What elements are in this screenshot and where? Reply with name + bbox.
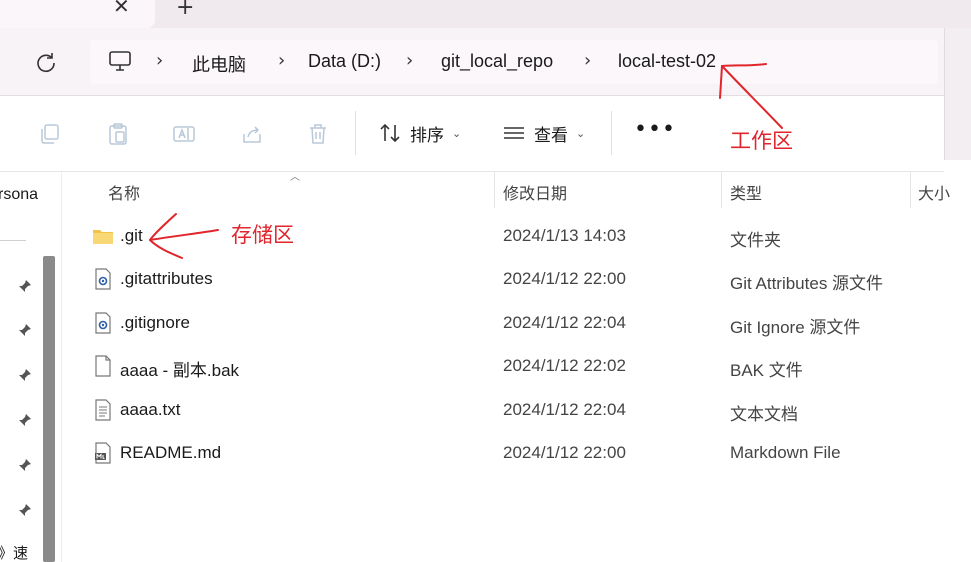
blank-file-icon	[95, 355, 111, 377]
file-modified: 2024/1/12 22:04	[503, 313, 626, 332]
share-icon[interactable]	[240, 122, 264, 146]
computer-icon[interactable]	[108, 50, 132, 72]
file-row[interactable]: README.md 2024/1/12 22:00 Markdown File	[62, 432, 944, 475]
markdown-file-icon	[95, 442, 111, 464]
sort-icon	[380, 123, 400, 143]
file-type: Git Ignore 源文件	[730, 318, 861, 337]
nav-scrollbar[interactable]	[43, 256, 55, 562]
column-header-type[interactable]: 类型	[730, 180, 762, 204]
pin-icon[interactable]	[17, 278, 33, 294]
copy-icon[interactable]	[38, 122, 62, 146]
file-row[interactable]: aaaa.txt 2024/1/12 22:04 文本文档	[62, 389, 944, 432]
file-name: aaaa.txt	[120, 400, 181, 419]
file-type: 文件夹	[730, 231, 781, 250]
navigation-pane: rsona 》速	[0, 172, 62, 562]
toolbar-divider	[355, 111, 356, 155]
file-row[interactable]: .gitattributes 2024/1/12 22:00 Git Attri…	[62, 258, 944, 301]
file-type: 文本文档	[730, 405, 798, 424]
annotation-repository: 存储区	[231, 223, 294, 247]
toolbar-divider	[611, 111, 612, 155]
file-name: .gitignore	[120, 313, 190, 332]
file-name: README.md	[120, 443, 222, 462]
breadcrumb-separator[interactable]: ›	[584, 50, 591, 71]
folder-icon	[93, 230, 113, 244]
breadcrumb-drive[interactable]: Data (D:)	[308, 51, 381, 72]
sort-ascending-icon: ︿	[290, 172, 300, 183]
close-tab-icon[interactable]: ✕	[113, 0, 130, 18]
breadcrumb-this-pc[interactable]: 此电脑	[192, 51, 246, 77]
file-modified: 2024/1/12 22:00	[503, 443, 626, 462]
breadcrumb-current[interactable]: local-test-02	[618, 51, 716, 72]
sort-button[interactable]: 排序 ⌄	[378, 119, 461, 147]
rename-icon[interactable]	[172, 122, 196, 146]
pin-icon[interactable]	[17, 367, 33, 383]
file-type: Markdown File	[730, 443, 841, 462]
column-header-size[interactable]: 大小	[918, 180, 950, 204]
file-modified: 2024/1/12 22:02	[503, 356, 626, 375]
search-panel-edge	[944, 28, 971, 160]
column-divider[interactable]	[721, 172, 722, 208]
nav-item-clipped[interactable]: rsona	[0, 186, 38, 204]
paste-icon[interactable]	[106, 122, 130, 146]
command-bar: 排序 ⌄ 查看 ⌄ •••	[0, 97, 944, 172]
pin-icon[interactable]	[17, 322, 33, 338]
new-tab-button[interactable]: +	[176, 0, 194, 20]
delete-icon[interactable]	[306, 122, 330, 146]
view-list-icon	[504, 127, 524, 139]
chevron-down-icon: ⌄	[452, 126, 462, 140]
address-bar[interactable]: › 此电脑 › Data (D:) › git_local_repo › loc…	[90, 40, 938, 84]
file-modified: 2024/1/12 22:04	[503, 400, 626, 419]
column-header-name[interactable]: 名称	[108, 180, 140, 204]
pin-icon[interactable]	[17, 412, 33, 428]
file-modified: 2024/1/13 14:03	[503, 226, 626, 245]
file-type: Git Attributes 源文件	[730, 274, 884, 293]
breadcrumb-repo[interactable]: git_local_repo	[441, 51, 553, 72]
breadcrumb-separator[interactable]: ›	[406, 50, 413, 71]
breadcrumb-separator[interactable]: ›	[278, 50, 285, 71]
active-tab[interactable]: ✕	[0, 0, 155, 28]
file-row[interactable]: .gitignore 2024/1/12 22:04 Git Ignore 源文…	[62, 302, 944, 345]
column-header-modified[interactable]: 修改日期	[503, 180, 567, 204]
column-divider[interactable]	[910, 172, 911, 208]
file-row[interactable]: aaaa - 副本.bak 2024/1/12 22:02 BAK 文件	[62, 345, 944, 388]
pin-icon[interactable]	[17, 457, 33, 473]
view-button[interactable]: 查看 ⌄	[502, 119, 585, 147]
nav-divider	[0, 240, 26, 241]
address-area: › 此电脑 › Data (D:) › git_local_repo › loc…	[0, 28, 971, 96]
file-type: BAK 文件	[730, 361, 803, 380]
annotation-workspace: 工作区	[730, 129, 793, 153]
settings-file-icon	[95, 268, 111, 290]
refresh-icon[interactable]	[34, 50, 58, 74]
more-options-icon[interactable]: •••	[634, 117, 676, 142]
file-name: aaaa - 副本.bak	[120, 361, 240, 380]
file-name: .git	[120, 226, 143, 245]
settings-file-icon	[95, 312, 111, 334]
column-divider[interactable]	[494, 172, 495, 208]
nav-item-quick[interactable]: 》速	[0, 542, 28, 562]
file-name: .gitattributes	[120, 269, 213, 288]
chevron-down-icon: ⌄	[576, 126, 586, 140]
text-file-icon	[95, 399, 111, 421]
file-row[interactable]: .git 2024/1/13 14:03 文件夹	[62, 215, 944, 258]
file-modified: 2024/1/12 22:00	[503, 269, 626, 288]
tab-strip: ✕ +	[0, 0, 971, 28]
breadcrumb-separator[interactable]: ›	[156, 50, 163, 71]
pin-icon[interactable]	[17, 502, 33, 518]
view-label: 查看	[534, 125, 568, 146]
sort-label: 排序	[410, 125, 444, 146]
